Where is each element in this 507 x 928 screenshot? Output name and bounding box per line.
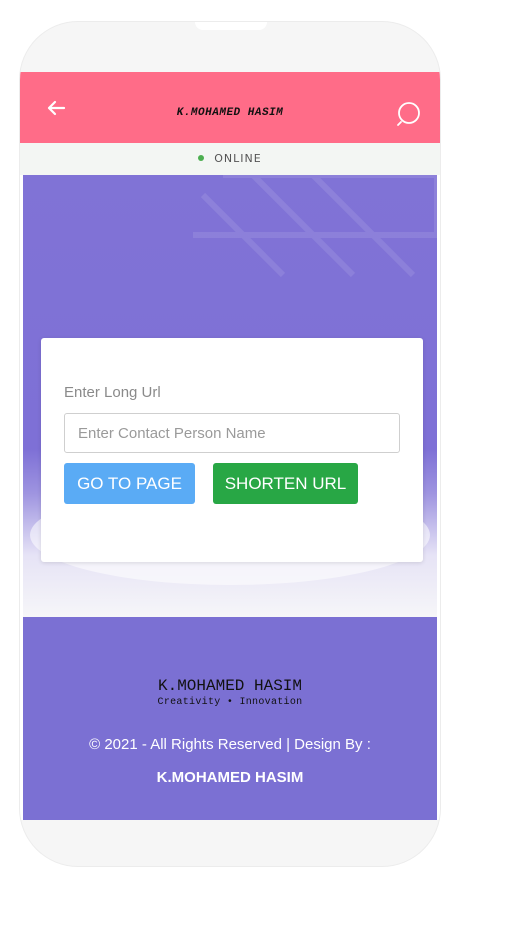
go-to-page-button[interactable]: GO TO PAGE (64, 463, 195, 504)
footer-tagline: Creativity • Innovation (157, 697, 303, 708)
app-header: K.MOHAMED HASIM (20, 72, 440, 143)
search-icon[interactable] (396, 101, 422, 127)
app-title: K.MOHAMED HASIM (176, 107, 284, 119)
page-footer: K.MOHAMED HASIM Creativity • Innovation … (23, 617, 437, 820)
footer-copyright: © 2021 - All Rights Reserved | Design By… (89, 736, 371, 753)
footer-author: K.MOHAMED HASIM (156, 769, 304, 786)
long-url-input[interactable] (64, 413, 400, 453)
shorten-url-button[interactable]: SHORTEN URL (213, 463, 358, 504)
status-label: ONLINE (214, 152, 262, 165)
phone-notch (195, 22, 267, 30)
long-url-label: Enter Long Url (64, 384, 161, 401)
app-screen: K.MOHAMED HASIM ONLINE Enter Long Url En… (20, 72, 440, 820)
url-form-card: Enter Long Url GO TO PAGE SHORTEN URL (41, 338, 423, 562)
phone-frame: K.MOHAMED HASIM ONLINE Enter Long Url En… (20, 22, 440, 866)
hero-section: Enter Long Url GO TO PAGE SHORTEN URL (23, 175, 437, 617)
online-dot-icon (198, 155, 205, 161)
status-bar: ONLINE (20, 143, 440, 175)
footer-logo: K.MOHAMED HASIM (157, 677, 303, 695)
